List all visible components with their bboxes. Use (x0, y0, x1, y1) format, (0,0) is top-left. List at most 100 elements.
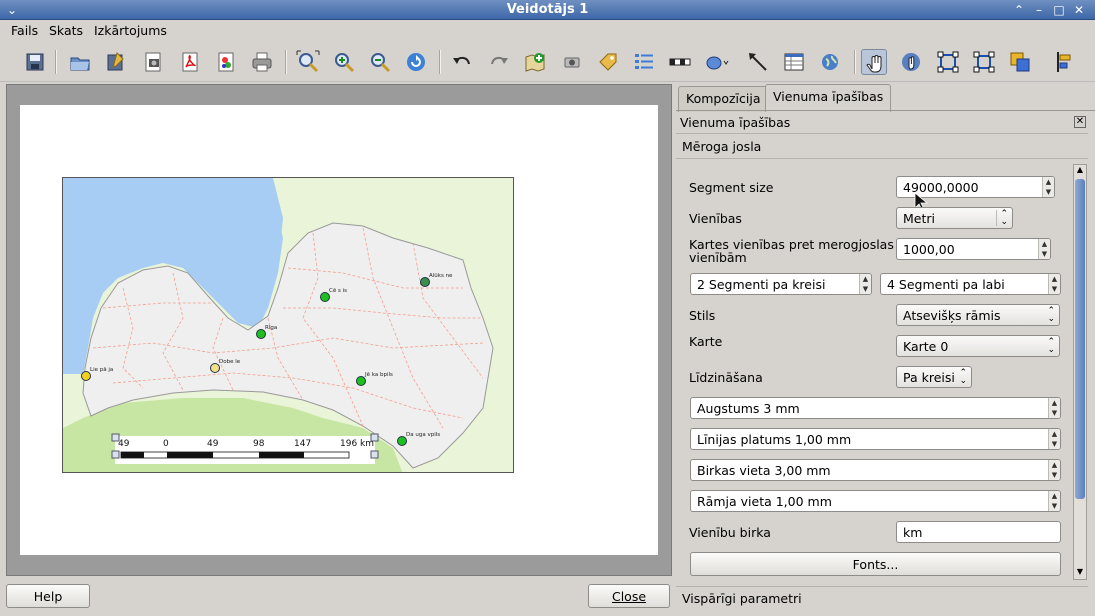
general-section-title[interactable]: Vispārīgi parametri (682, 591, 802, 606)
save-icon[interactable] (22, 49, 48, 75)
select-move-icon[interactable] (861, 49, 887, 75)
toolbar (0, 42, 1095, 82)
city-label: Rīga (265, 325, 277, 331)
city-label: Dobe le (219, 359, 241, 365)
help-button[interactable]: Help (6, 584, 90, 608)
chevron-updown-icon: ⌃ ⌄ (1047, 306, 1055, 324)
spinbox-arrows-icon[interactable]: ▲ ▼ (1048, 429, 1060, 449)
add-table-icon[interactable] (781, 49, 807, 75)
unit-label-label: Vienību birka (689, 525, 771, 540)
zoom-out-icon[interactable] (367, 49, 393, 75)
box-space-input[interactable]: Rāmja vieta 1,00 mm ▲ ▼ (690, 490, 1061, 512)
add-image-icon[interactable] (559, 49, 585, 75)
dialog-button-bar: Help Close (0, 578, 676, 616)
zoom-in-icon[interactable] (331, 49, 357, 75)
save-template-icon[interactable] (103, 49, 129, 75)
alignment-label: Līdzināšana (689, 370, 763, 385)
spinbox-arrows-icon[interactable]: ▲ ▼ (859, 274, 871, 294)
units-label: Vienības (689, 211, 742, 226)
panel-header: Vienuma īpašības (680, 115, 791, 130)
city-label: Alūks ne (429, 273, 453, 279)
spinbox-arrows-icon[interactable]: ▲ ▼ (1048, 460, 1060, 480)
close-panel-icon[interactable]: ✕ (1074, 116, 1086, 128)
close-icon[interactable]: ✕ (1071, 2, 1087, 18)
zoom-full-icon[interactable] (295, 49, 321, 75)
tab-item-properties[interactable]: Vienuma īpašības (765, 84, 892, 112)
add-html-icon[interactable] (817, 49, 843, 75)
scroll-down-icon[interactable]: ▼ (1074, 567, 1086, 579)
units-select[interactable]: Metri ⌃ ⌄ (896, 207, 1013, 229)
add-scalebar-icon[interactable] (667, 49, 693, 75)
composer-canvas[interactable]: Alūks ne Cē s is Rīga Dobe le Lie pā ja … (6, 84, 672, 576)
spinbox-arrows-icon[interactable]: ▲ ▼ (1048, 398, 1060, 418)
ungroup-icon[interactable] (971, 49, 997, 75)
refresh-icon[interactable] (403, 49, 429, 75)
tab-composition[interactable]: Kompozīcija (678, 86, 769, 112)
add-map-icon[interactable] (522, 49, 548, 75)
map-item[interactable]: Alūks ne Cē s is Rīga Dobe le Lie pā ja … (62, 177, 514, 473)
city-label: Jē ka bpils (364, 372, 393, 378)
section-title: Mēroga josla (682, 139, 762, 154)
city-label: Lie pā ja (90, 367, 113, 373)
segment-size-label: Segment size (689, 180, 774, 195)
add-shape-icon[interactable] (703, 49, 729, 75)
alignment-select[interactable]: Pa kreisi ⌃ ⌄ (896, 366, 972, 388)
chevron-updown-icon: ⌃ ⌄ (996, 210, 1008, 227)
move-content-icon[interactable] (898, 49, 924, 75)
window-title: Veidotājs 1 (506, 2, 589, 17)
add-legend-icon[interactable] (631, 49, 657, 75)
menu-bar: Fails Skats Izkārtojums (0, 20, 1095, 42)
close-button[interactable]: Close (588, 584, 670, 608)
raise-icon[interactable] (1007, 49, 1033, 75)
chevron-updown-icon: ⌃ ⌄ (959, 368, 967, 386)
map-select[interactable]: Karte 0 ⌃ ⌄ (896, 335, 1060, 357)
maximize-icon[interactable]: □ (1051, 2, 1067, 18)
city-label: Cē s is (329, 288, 347, 294)
menu-file[interactable]: Fails (11, 23, 38, 38)
print-icon[interactable] (249, 49, 275, 75)
map-label: Karte (689, 334, 723, 349)
spinbox-arrows-icon[interactable]: ▲ ▼ (1048, 274, 1060, 294)
paper-page: Alūks ne Cē s is Rīga Dobe le Lie pā ja … (20, 105, 658, 555)
line-width-input[interactable]: Līnijas platums 1,00 mm ▲ ▼ (690, 428, 1061, 450)
export-svg-icon[interactable] (213, 49, 239, 75)
city-label: Da uga vpils (406, 432, 440, 438)
add-arrow-icon[interactable] (745, 49, 771, 75)
menu-layout[interactable]: Izkārtojums (94, 23, 167, 38)
segments-right-input[interactable]: 4 Segmenti pa labi ▲ ▼ (880, 273, 1061, 295)
item-properties-panel: Kompozīcija Vienuma īpašības Vienuma īpa… (676, 84, 1095, 616)
scroll-up-icon[interactable]: ▲ (1074, 165, 1086, 177)
style-label: Stils (689, 308, 716, 323)
scalebar-tick-label: 0 (163, 439, 169, 449)
export-image-icon[interactable] (140, 49, 166, 75)
panel-scrollbar[interactable]: ▲ ▼ (1073, 164, 1087, 580)
open-template-icon[interactable] (67, 49, 93, 75)
title-bar: ⌄ Veidotājs 1 ⌃ – □ ✕ (0, 0, 1095, 20)
shade-icon[interactable]: ⌃ (1011, 2, 1027, 18)
export-pdf-icon[interactable] (177, 49, 203, 75)
unit-label-input[interactable]: km (896, 521, 1061, 543)
label-space-input[interactable]: Birkas vieta 3,00 mm ▲ ▼ (690, 459, 1061, 481)
undo-icon[interactable] (449, 49, 475, 75)
style-select[interactable]: Atsevišķs rāmis ⌃ ⌄ (896, 304, 1060, 326)
height-input[interactable]: Augstums 3 mm ▲ ▼ (690, 397, 1061, 419)
align-icon[interactable] (1053, 49, 1079, 75)
scroll-thumb[interactable] (1075, 179, 1085, 499)
scalebar-tick-label: 49 (207, 439, 219, 449)
spinbox-arrows-icon[interactable]: ▲ ▼ (1048, 491, 1060, 511)
spinbox-arrows-icon[interactable]: ▲ ▼ (1042, 177, 1054, 197)
chevron-updown-icon: ⌃ ⌄ (1047, 337, 1055, 355)
scalebar-tick-label: 98 (253, 439, 265, 449)
redo-icon[interactable] (486, 49, 512, 75)
spinbox-arrows-icon[interactable]: ▲ ▼ (1038, 239, 1050, 259)
add-label-icon[interactable] (595, 49, 621, 75)
fonts-button[interactable]: Fonts... (690, 552, 1061, 576)
scalebar-item: 49 0 49 98 147 196 km (111, 433, 379, 464)
scalebar-tick-label: 49 (118, 439, 130, 449)
group-icon[interactable] (935, 49, 961, 75)
segments-left-input[interactable]: 2 Segmenti pa kreisi ▲ ▼ (690, 273, 872, 295)
minimize-icon[interactable]: – (1031, 2, 1047, 18)
menu-view[interactable]: Skats (49, 23, 83, 38)
map-units-input[interactable]: 1000,00 ▲ ▼ (896, 238, 1051, 260)
scalebar-tick-label: 196 km (340, 439, 374, 449)
